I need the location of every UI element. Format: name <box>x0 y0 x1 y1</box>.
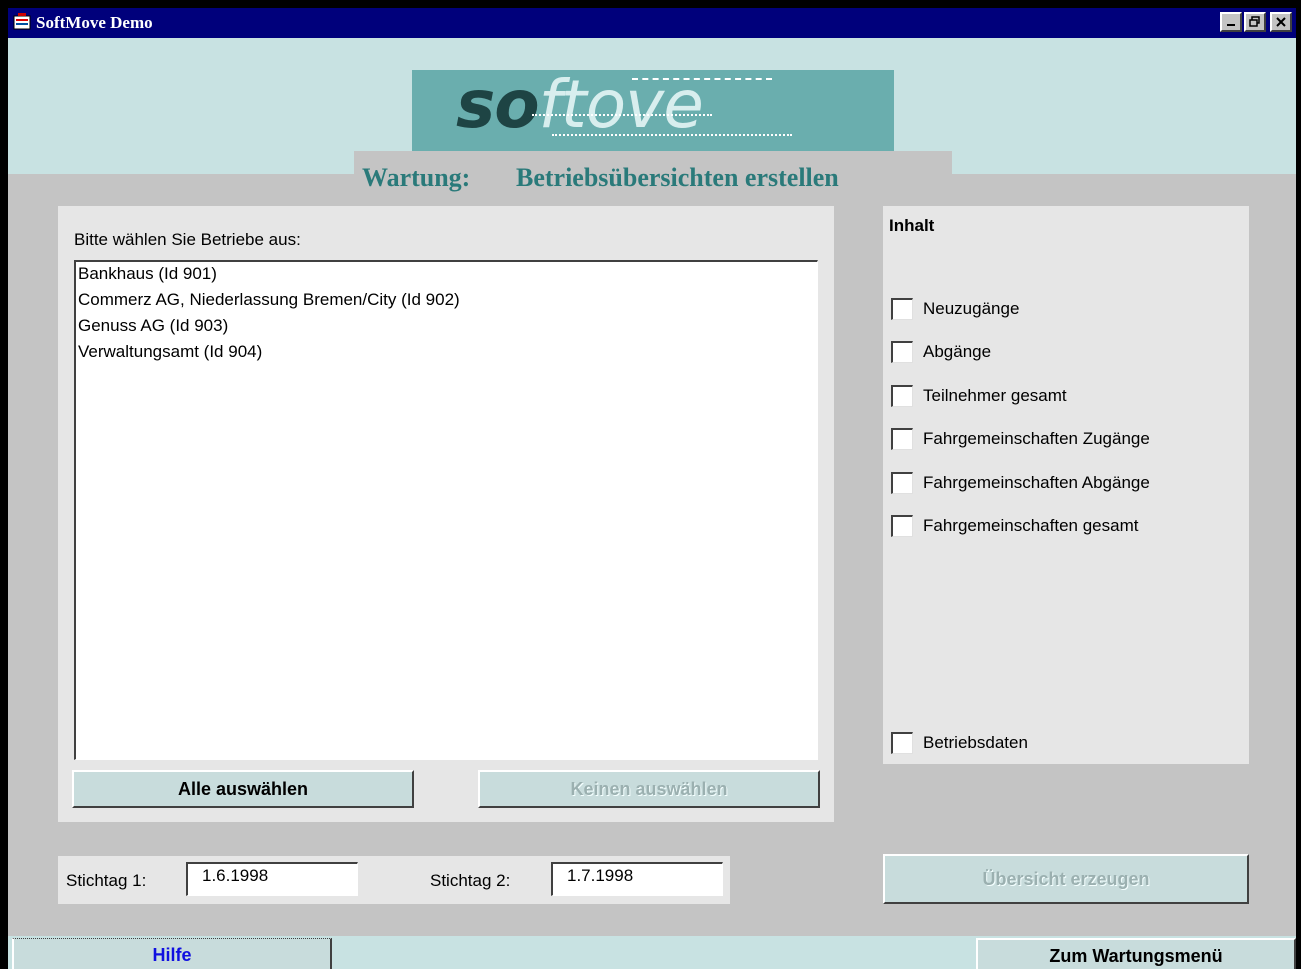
logo-text: softove <box>456 70 704 143</box>
stichtag2-input[interactable]: 1.7.1998 <box>551 862 723 896</box>
stichtag2-label: Stichtag 2: <box>430 871 511 890</box>
close-icon <box>1276 17 1286 27</box>
window-title: SoftMove Demo <box>36 13 153 32</box>
list-item[interactable]: Verwaltungsamt (Id 904) <box>78 342 262 362</box>
restore-icon <box>1249 16 1260 27</box>
select-none-button[interactable]: Keinen auswählen <box>478 770 820 808</box>
stichtag1-label: Stichtag 1: <box>66 871 147 890</box>
list-item[interactable]: Bankhaus (Id 901) <box>78 264 217 284</box>
checkbox-label: Abgänge <box>923 342 992 361</box>
company-selection-panel: Bitte wählen Sie Betriebe aus: Bankhaus … <box>58 206 834 822</box>
bottom-bar: Hilfe Zum Wartungsmenü <box>8 936 1296 969</box>
stichtag1-input[interactable]: 1.6.1998 <box>186 862 358 896</box>
checkbox-label: Fahrgemeinschaften Zugänge <box>923 429 1150 448</box>
checkbox-label: Neuzugänge <box>923 299 1020 318</box>
list-item[interactable]: Commerz AG, Niederlassung Bremen/City (I… <box>78 290 460 310</box>
title-tab: Wartung: Betriebsübersichten erstellen <box>354 151 952 204</box>
list-item[interactable]: Genuss AG (Id 903) <box>78 316 228 336</box>
company-listbox[interactable]: Bankhaus (Id 901) Commerz AG, Niederlass… <box>74 260 818 760</box>
title-bar[interactable]: SoftMove Demo <box>8 8 1296 38</box>
checkbox-box[interactable] <box>891 341 913 363</box>
checkbox-box[interactable] <box>891 385 913 407</box>
checkbox-label: Teilnehmer gesamt <box>923 386 1067 405</box>
checkbox-box[interactable] <box>891 732 913 754</box>
app-icon <box>13 13 31 30</box>
softmove-logo: softove <box>412 70 894 154</box>
checkbox-box[interactable] <box>891 428 913 450</box>
checkbox-label: Fahrgemeinschaften Abgänge <box>923 473 1150 492</box>
minimize-icon <box>1227 24 1235 26</box>
header-banner: softove Wartung: Betriebsübersichten ers… <box>8 38 1296 204</box>
checkbox-box[interactable] <box>891 298 913 320</box>
logo-decoration <box>532 114 712 116</box>
minimize-button[interactable] <box>1220 12 1242 32</box>
checkbox-box[interactable] <box>891 472 913 494</box>
company-list-label: Bitte wählen Sie Betriebe aus: <box>74 230 301 249</box>
logo-decoration <box>552 134 792 136</box>
back-to-maintenance-menu-button[interactable]: Zum Wartungsmenü <box>976 938 1296 969</box>
checkbox-label: Fahrgemeinschaften gesamt <box>923 516 1139 535</box>
help-button[interactable]: Hilfe <box>12 938 332 969</box>
app-window: SoftMove Demo softove Wartung: Betriebsü… <box>8 8 1296 969</box>
date-panel: Stichtag 1: 1.6.1998 Stichtag 2: 1.7.199… <box>58 856 730 904</box>
close-button[interactable] <box>1270 12 1292 32</box>
select-all-button[interactable]: Alle auswählen <box>72 770 414 808</box>
section-label: Wartung: <box>362 163 471 192</box>
restore-button[interactable] <box>1244 12 1266 32</box>
checkbox-box[interactable] <box>891 515 913 537</box>
content-options-panel: Inhalt Neuzugänge Abgänge Teilnehmer ges… <box>883 206 1249 764</box>
checkbox-label: Betriebsdaten <box>923 733 1028 752</box>
page-title: Betriebsübersichten erstellen <box>516 163 839 192</box>
content-title: Inhalt <box>889 216 935 235</box>
generate-overview-button[interactable]: Übersicht erzeugen <box>883 854 1249 904</box>
